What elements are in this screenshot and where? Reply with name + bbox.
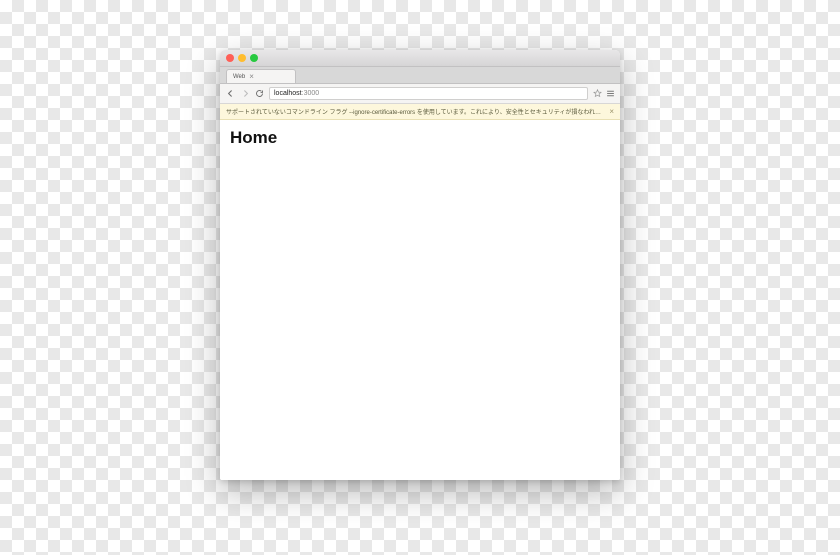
tab-close-icon[interactable]: ×	[249, 73, 254, 81]
browser-tab[interactable]: Web ×	[226, 69, 296, 83]
address-host: localhost	[274, 90, 302, 97]
tab-title: Web	[233, 74, 245, 80]
toolbar-right-icons	[593, 89, 615, 98]
back-button[interactable]	[225, 88, 235, 100]
reload-button[interactable]	[255, 89, 264, 98]
address-bar[interactable]: localhost:3000	[269, 87, 588, 100]
window-minimize-button[interactable]	[238, 54, 246, 62]
page-heading: Home	[230, 128, 610, 148]
page-content: Home	[220, 120, 620, 480]
arrow-left-icon	[226, 89, 235, 98]
warning-close-button[interactable]: ×	[609, 108, 614, 116]
tab-bar: Web ×	[220, 67, 620, 84]
bookmark-button[interactable]	[593, 89, 602, 98]
menu-button[interactable]	[606, 89, 615, 98]
toolbar: localhost:3000	[220, 84, 620, 104]
browser-window: Web × localhost:3000 サポートされていないコマンドライン フ…	[220, 50, 620, 480]
forward-button[interactable]	[240, 88, 250, 100]
warning-text: サポートされていないコマンドライン フラグ --ignore-certifica…	[226, 107, 603, 116]
warning-bar: サポートされていないコマンドライン フラグ --ignore-certifica…	[220, 104, 620, 120]
reload-icon	[255, 89, 264, 98]
window-close-button[interactable]	[226, 54, 234, 62]
address-port: :3000	[302, 90, 320, 97]
star-icon	[593, 89, 602, 98]
hamburger-icon	[606, 89, 615, 98]
window-maximize-button[interactable]	[250, 54, 258, 62]
arrow-right-icon	[241, 89, 250, 98]
window-titlebar	[220, 50, 620, 67]
